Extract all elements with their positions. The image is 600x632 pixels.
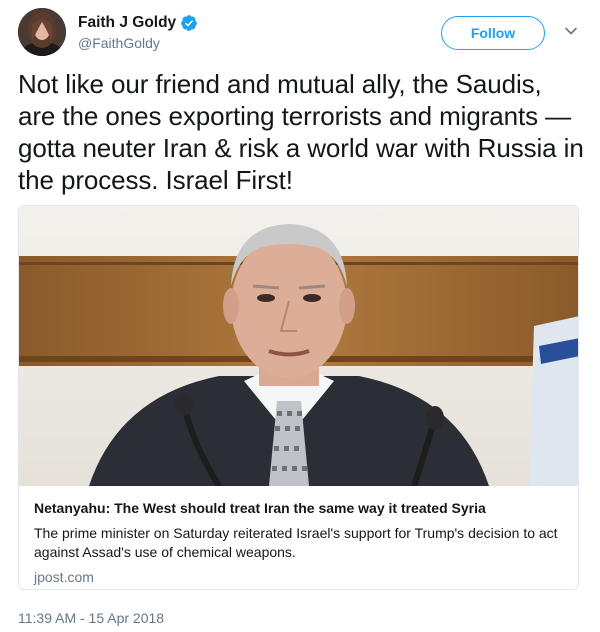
avatar[interactable]	[18, 8, 66, 56]
card-body: Netanyahu: The West should treat Iran th…	[34, 499, 569, 587]
card-description: The prime minister on Saturday reiterate…	[34, 525, 558, 560]
display-name[interactable]: Faith J Goldy	[78, 13, 176, 33]
follow-button[interactable]: Follow	[441, 16, 545, 50]
card-title[interactable]: Netanyahu: The West should treat Iran th…	[34, 499, 569, 518]
user-names: Faith J Goldy @FaithGoldy	[78, 13, 198, 52]
display-name-row: Faith J Goldy	[78, 13, 198, 33]
tweet-header: Faith J Goldy @FaithGoldy Follow	[18, 8, 584, 56]
chevron-down-icon[interactable]	[564, 24, 578, 38]
link-card[interactable]: Netanyahu: The West should treat Iran th…	[18, 205, 579, 590]
user-handle[interactable]: @FaithGoldy	[78, 34, 198, 52]
tweet-text: Not like our friend and mutual ally, the…	[18, 69, 584, 195]
tweet-timestamp[interactable]: 11:39 AM - 15 Apr 2018	[18, 610, 164, 626]
card-domain: jpost.com	[34, 569, 94, 585]
verified-badge-icon	[180, 14, 198, 32]
card-image[interactable]	[19, 206, 578, 488]
